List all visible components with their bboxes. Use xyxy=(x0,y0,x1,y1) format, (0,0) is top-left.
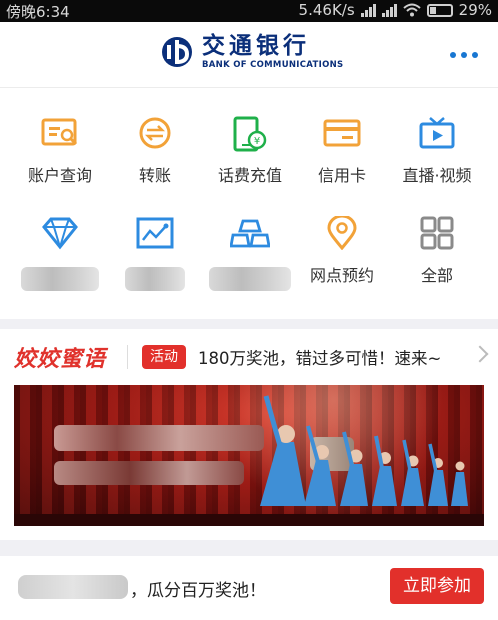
wifi-icon xyxy=(402,3,421,17)
promo-header[interactable]: 姣姣蜜语 活动 180万奖池，错过多可惜！速来~ xyxy=(0,329,498,385)
signal-icon xyxy=(360,3,376,17)
menu-item-branch-booking[interactable]: 网点预约 xyxy=(292,216,392,286)
dancers-illustration xyxy=(260,395,468,506)
app-header: 交通银行 BANK OF COMMUNICATIONS xyxy=(0,22,498,88)
promo-banner[interactable] xyxy=(14,385,484,526)
blurred-banner-text xyxy=(54,425,264,451)
menu-item-phone-recharge[interactable]: ¥ 话费充值 xyxy=(200,116,300,186)
menu-item-gold[interactable] xyxy=(200,216,300,291)
menu-item-credit-card[interactable]: 信用卡 xyxy=(292,116,392,186)
join-now-button[interactable]: 立即参加 xyxy=(390,568,484,604)
battery-icon xyxy=(426,3,453,17)
bank-logo: 交通银行 BANK OF COMMUNICATIONS xyxy=(160,34,343,70)
status-time: 傍晚6:34 xyxy=(6,3,70,21)
network-speed: 5.46K/s xyxy=(298,1,355,19)
menu-item-live-video[interactable]: 直播·视频 xyxy=(387,116,487,186)
divider xyxy=(127,345,128,369)
menu-item-label: 转账 xyxy=(138,166,171,185)
menu-item-label: 信用卡 xyxy=(317,166,366,185)
blurred-label xyxy=(209,267,291,291)
campaign-text: ，瓜分百万奖池！ xyxy=(130,581,266,601)
more-options-icon[interactable] xyxy=(450,52,478,58)
bank-name-en: BANK OF COMMUNICATIONS xyxy=(202,60,344,70)
bank-logo-icon xyxy=(162,37,192,67)
menu-item-label: 直播·视频 xyxy=(402,166,472,185)
promo-text: 180万奖池，错过多可惜！速来~ xyxy=(198,349,442,368)
gold-bars-icon xyxy=(230,219,270,248)
section-divider xyxy=(0,540,498,556)
section-divider xyxy=(0,319,498,329)
chevron-right-icon[interactable] xyxy=(471,345,489,363)
menu-item-label: 网点预约 xyxy=(309,266,374,285)
location-pin-icon xyxy=(327,216,357,250)
menu-item-account-query[interactable]: 账户查询 xyxy=(10,116,110,186)
promo-brand: 姣姣蜜语 xyxy=(14,346,107,372)
status-right: 5.46K/s 29% xyxy=(299,1,492,19)
blurred-label xyxy=(125,267,185,291)
blurred-banner-text xyxy=(54,461,244,485)
chart-icon xyxy=(136,217,174,249)
bank-name-cn: 交通银行 xyxy=(202,32,310,59)
transfer-icon xyxy=(139,117,171,149)
menu-item-label: 全部 xyxy=(420,266,453,285)
credit-card-icon xyxy=(323,119,361,147)
status-bar: 傍晚6:34 5.46K/s 29% xyxy=(0,0,498,22)
menu-item-label: 账户查询 xyxy=(27,166,92,185)
signal-icon-2 xyxy=(381,3,397,17)
campaign-row: ，瓜分百万奖池！ 立即参加 xyxy=(0,556,498,620)
menu-item-label: 话费充值 xyxy=(217,166,282,185)
activity-tag: 活动 xyxy=(142,345,186,369)
account-query-icon xyxy=(41,118,78,146)
blurred-campaign-text xyxy=(18,575,128,599)
menu-item-diamond[interactable] xyxy=(10,216,110,291)
menu-item-transfer[interactable]: 转账 xyxy=(105,116,205,186)
all-grid-icon xyxy=(420,216,454,250)
svg-text:¥: ¥ xyxy=(254,136,260,147)
menu-item-all[interactable]: 全部 xyxy=(387,216,487,286)
battery-percent: 29% xyxy=(458,1,492,19)
blurred-label xyxy=(21,267,99,291)
menu-item-chart[interactable] xyxy=(105,216,205,291)
diamond-icon xyxy=(42,217,78,250)
phone-recharge-icon: ¥ xyxy=(233,116,267,152)
live-video-icon xyxy=(419,117,455,149)
